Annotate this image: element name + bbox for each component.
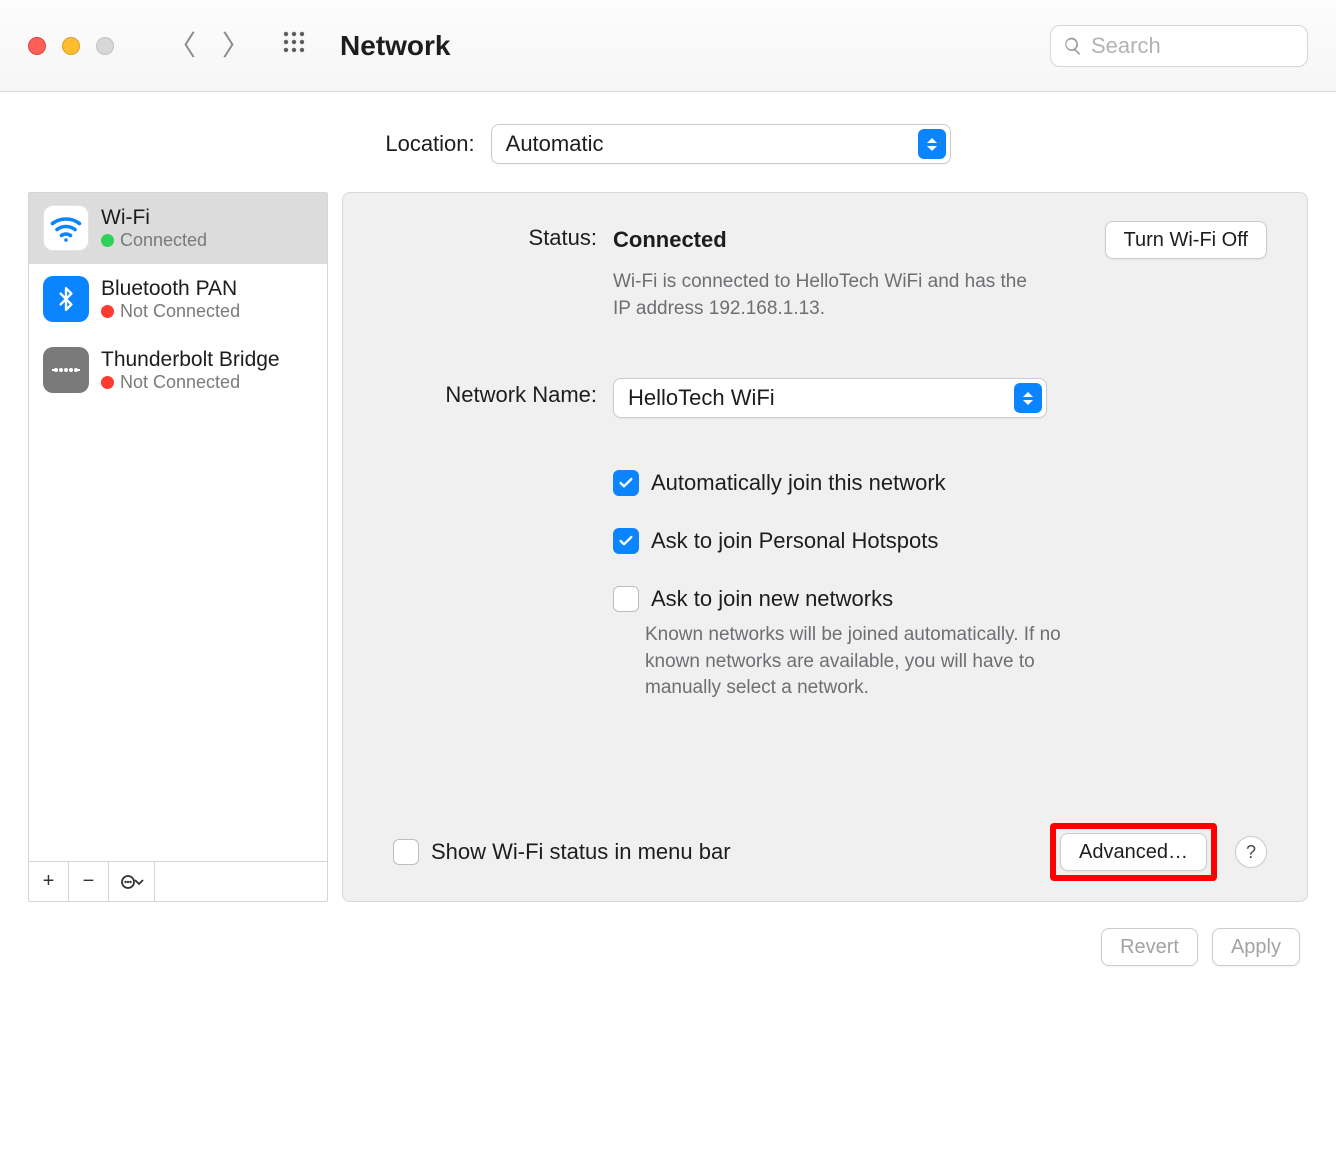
service-name: Thunderbolt Bridge [101,347,280,372]
ask-hotspot-checkbox-row[interactable]: Ask to join Personal Hotspots [613,528,1267,554]
help-button[interactable]: ? [1235,836,1267,868]
ask-new-checkbox-row[interactable]: Ask to join new networks [613,586,1267,612]
sidebar-footer: + − [29,861,327,901]
minimize-window-button[interactable] [62,37,80,55]
status-dot-icon [101,234,114,247]
sidebar-item-thunderbolt-bridge[interactable]: Thunderbolt Bridge Not Connected [29,335,327,406]
remove-service-button[interactable]: − [69,862,109,901]
location-label: Location: [385,131,474,157]
status-value: Connected [613,227,727,253]
status-dot-icon [101,305,114,318]
checkbox-checked-icon [613,528,639,554]
wifi-icon [43,205,89,251]
add-service-button[interactable]: + [29,862,69,901]
checkbox-unchecked-icon [393,839,419,865]
close-window-button[interactable] [28,37,46,55]
status-label: Status: [383,221,613,251]
apply-button[interactable]: Apply [1212,928,1300,966]
show-menu-bar-checkbox-row[interactable]: Show Wi-Fi status in menu bar [393,839,731,865]
service-status: Connected [120,230,207,252]
show-menu-bar-label: Show Wi-Fi status in menu bar [431,839,731,865]
location-value: Automatic [506,131,604,157]
status-description: Wi-Fi is connected to HelloTech WiFi and… [613,269,1043,322]
ask-new-label: Ask to join new networks [651,586,893,612]
chevron-updown-icon [1014,383,1042,413]
location-popup[interactable]: Automatic [491,124,951,164]
detail-pane: Status: Connected Turn Wi-Fi Off Wi-Fi i… [342,192,1308,902]
service-name: Bluetooth PAN [101,276,240,301]
sidebar-item-wifi[interactable]: Wi-Fi Connected [29,193,327,264]
service-status: Not Connected [120,372,240,394]
turn-wifi-off-button[interactable]: Turn Wi-Fi Off [1105,221,1267,259]
network-name-value: HelloTech WiFi [628,385,775,411]
revert-button[interactable]: Revert [1101,928,1198,966]
auto-join-label: Automatically join this network [651,470,946,496]
window-controls [28,37,114,55]
search-field[interactable]: Search [1050,25,1308,67]
network-name-popup[interactable]: HelloTech WiFi [613,378,1047,418]
ask-new-description: Known networks will be joined automatica… [645,622,1075,702]
service-name: Wi-Fi [101,205,207,230]
back-button[interactable]: 〈 [168,32,196,60]
network-name-label: Network Name: [383,378,613,408]
chevron-updown-icon [918,129,946,159]
thunderbolt-bridge-icon [43,347,89,393]
zoom-window-button[interactable] [96,37,114,55]
status-dot-icon [101,376,114,389]
advanced-button[interactable]: Advanced… [1060,833,1207,871]
page-title: Network [340,30,450,62]
ask-hotspot-label: Ask to join Personal Hotspots [651,528,938,554]
highlight-box: Advanced… [1050,823,1217,881]
service-actions-menu[interactable] [109,862,155,901]
titlebar: 〈 〉 Network Search [0,0,1336,92]
auto-join-checkbox-row[interactable]: Automatically join this network [613,470,1267,496]
search-placeholder: Search [1091,33,1161,59]
checkbox-checked-icon [613,470,639,496]
checkbox-unchecked-icon [613,586,639,612]
search-icon [1063,36,1083,56]
forward-button[interactable]: 〉 [222,32,250,60]
services-sidebar: Wi-Fi Connected Bluetooth PAN Not Connec… [28,192,328,902]
sidebar-item-bluetooth-pan[interactable]: Bluetooth PAN Not Connected [29,264,327,335]
service-status: Not Connected [120,301,240,323]
apps-grid-icon[interactable] [282,30,306,61]
bluetooth-icon [43,276,89,322]
